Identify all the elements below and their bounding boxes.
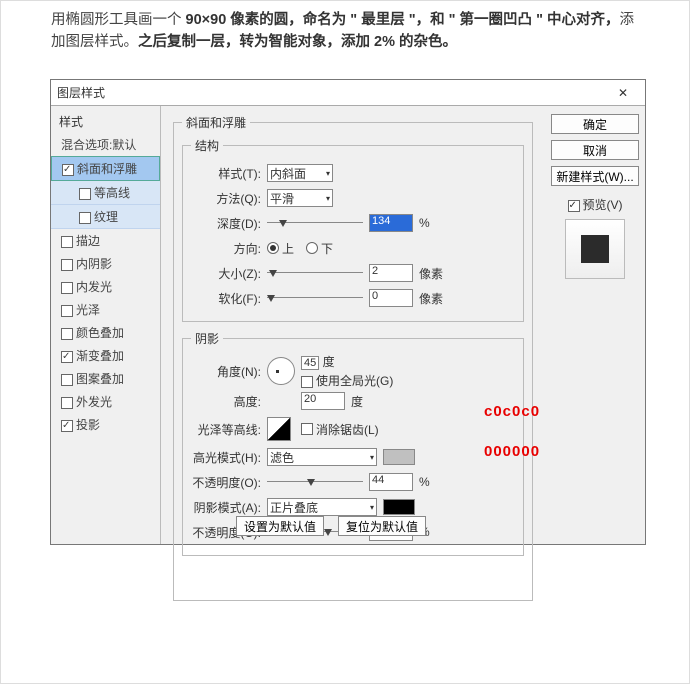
cb-contour[interactable]	[79, 188, 91, 200]
preview-thumb	[565, 219, 625, 279]
preview-cb[interactable]	[568, 200, 580, 212]
close-button[interactable]: ✕	[607, 80, 639, 105]
side-bevel[interactable]: 斜面和浮雕	[51, 156, 160, 181]
soften-label: 软化(F):	[191, 290, 261, 307]
direction-label: 方向:	[191, 240, 261, 257]
style-select[interactable]: 内斜面▾	[267, 164, 333, 182]
cb-dropShadow[interactable]	[61, 420, 73, 432]
angle-picker[interactable]	[267, 357, 295, 385]
gloss-label: 光泽等高线:	[191, 421, 261, 438]
ok-button[interactable]: 确定	[551, 114, 639, 134]
depth-label: 深度(D):	[191, 215, 261, 232]
shadow-mode-select[interactable]: 正片叠底▾	[267, 498, 377, 516]
annot-shadow: 000000	[484, 443, 540, 460]
dialog-title: 图层样式	[57, 80, 105, 105]
side-dropShadow[interactable]: 投影	[51, 413, 160, 436]
cb-innerGlow[interactable]	[61, 282, 73, 294]
soften-slider[interactable]	[267, 292, 363, 304]
side-contour[interactable]: 等高线	[51, 181, 160, 205]
structure-group: 结构 样式(T): 内斜面▾ 方法(Q): 平滑▾ 深度(D): 134 % 方…	[182, 137, 524, 322]
side-gradOverlay[interactable]: 渐变叠加	[51, 344, 160, 367]
cb-patOverlay[interactable]	[61, 374, 73, 386]
depth-slider[interactable]	[267, 217, 363, 229]
side-satin[interactable]: 光泽	[51, 298, 160, 321]
cb-bevel[interactable]	[62, 164, 74, 176]
cb-gradOverlay[interactable]	[61, 351, 73, 363]
global-light-cb[interactable]	[301, 376, 313, 388]
side-innerShadow[interactable]: 内阴影	[51, 252, 160, 275]
highlight-mode-select[interactable]: 滤色▾	[267, 448, 377, 466]
highlight-swatch[interactable]	[383, 449, 415, 465]
technique-select[interactable]: 平滑▾	[267, 189, 333, 207]
angle-label: 角度(N):	[191, 363, 261, 380]
right-buttons: 确定 取消 新建样式(W)... 预览(V)	[545, 106, 645, 544]
dir-up-radio[interactable]	[267, 242, 279, 254]
size-input[interactable]: 2	[369, 264, 413, 282]
side-blend[interactable]: 混合选项:默认	[51, 133, 160, 156]
reset-default-button[interactable]: 复位为默认值	[338, 516, 426, 536]
side-colorOverlay[interactable]: 颜色叠加	[51, 321, 160, 344]
cb-innerShadow[interactable]	[61, 259, 73, 271]
shading-legend: 阴影	[191, 330, 223, 347]
side-stroke[interactable]: 描边	[51, 229, 160, 252]
size-slider[interactable]	[267, 267, 363, 279]
bevel-legend: 斜面和浮雕	[182, 114, 250, 131]
bevel-fieldset: 斜面和浮雕 结构 样式(T): 内斜面▾ 方法(Q): 平滑▾ 深度(D): 1…	[173, 114, 533, 601]
altitude-input[interactable]: 20	[301, 392, 345, 410]
soften-input[interactable]: 0	[369, 289, 413, 307]
side-patOverlay[interactable]: 图案叠加	[51, 367, 160, 390]
structure-legend: 结构	[191, 137, 223, 154]
side-outerGlow[interactable]: 外发光	[51, 390, 160, 413]
new-style-button[interactable]: 新建样式(W)...	[551, 166, 639, 186]
cb-texture[interactable]	[79, 212, 91, 224]
gloss-picker[interactable]	[267, 417, 291, 441]
cb-outerGlow[interactable]	[61, 397, 73, 409]
angle-input[interactable]: 45	[301, 356, 319, 370]
shadow-mode-label: 阴影模式(A):	[191, 499, 261, 516]
altitude-label: 高度:	[191, 393, 261, 410]
cancel-button[interactable]: 取消	[551, 140, 639, 160]
side-texture[interactable]: 纹理	[51, 205, 160, 229]
layer-style-dialog: 图层样式 ✕ 样式 混合选项:默认 斜面和浮雕 等高线 纹理 描边 内阴影 内发…	[50, 79, 646, 545]
shadow-swatch[interactable]	[383, 499, 415, 515]
highlight-opacity-input[interactable]: 44	[369, 473, 413, 491]
antialias-cb[interactable]	[301, 423, 313, 435]
dir-down-radio[interactable]	[306, 242, 318, 254]
size-label: 大小(Z):	[191, 265, 261, 282]
side-styles[interactable]: 样式	[51, 110, 160, 133]
cb-colorOverlay[interactable]	[61, 328, 73, 340]
style-label: 样式(T):	[191, 165, 261, 182]
cb-satin[interactable]	[61, 305, 73, 317]
highlight-opacity-slider[interactable]	[267, 476, 363, 488]
highlight-mode-label: 高光模式(H):	[191, 449, 261, 466]
highlight-opacity-label: 不透明度(O):	[191, 474, 261, 491]
options-panel: 斜面和浮雕 结构 样式(T): 内斜面▾ 方法(Q): 平滑▾ 深度(D): 1…	[161, 106, 545, 544]
technique-label: 方法(Q):	[191, 190, 261, 207]
cb-stroke[interactable]	[61, 236, 73, 248]
annot-highlight: c0c0c0	[484, 403, 540, 420]
instruction-text: 用椭圆形工具画一个 90×90 像素的圆，命名为 " 最里层 "，和 " 第一圈…	[1, 1, 689, 64]
set-default-button[interactable]: 设置为默认值	[236, 516, 324, 536]
side-innerGlow[interactable]: 内发光	[51, 275, 160, 298]
depth-input[interactable]: 134	[369, 214, 413, 232]
style-list: 样式 混合选项:默认 斜面和浮雕 等高线 纹理 描边 内阴影 内发光 光泽 颜色…	[51, 106, 161, 544]
